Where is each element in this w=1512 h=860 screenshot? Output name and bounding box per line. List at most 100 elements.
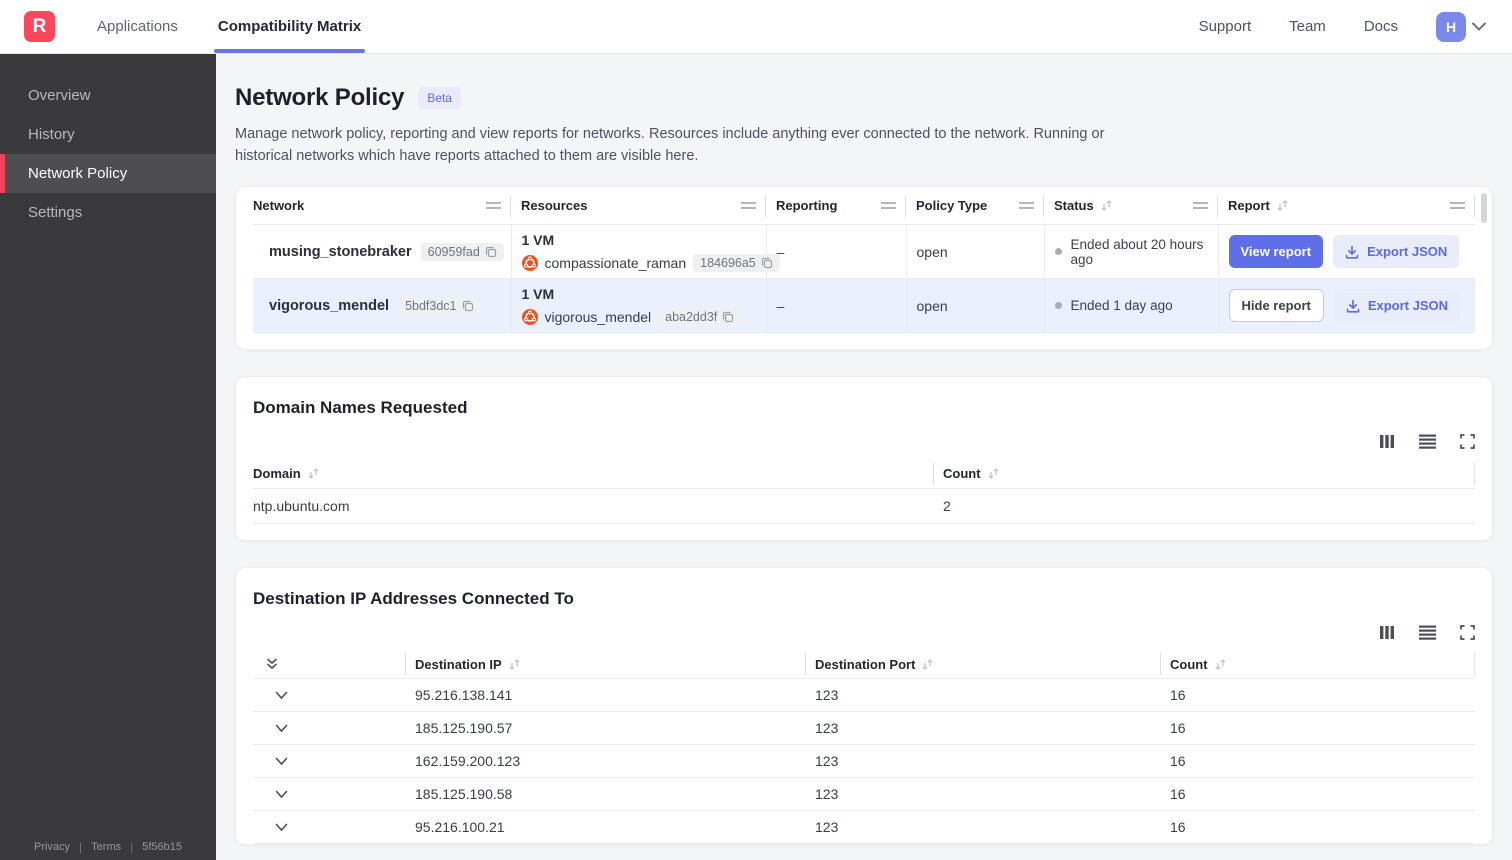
sort-icon[interactable]	[307, 467, 320, 480]
footer-separator: |	[130, 840, 134, 854]
col-header-expand-all[interactable]	[253, 650, 405, 679]
destinations-card: Destination IP Addresses Connected To De…	[235, 566, 1493, 846]
ubuntu-vm-icon	[521, 308, 538, 325]
row-expand-icon[interactable]	[263, 691, 395, 700]
chevron-down-icon[interactable]	[1472, 22, 1486, 31]
columns-icon[interactable]	[1379, 625, 1395, 640]
sort-icon[interactable]	[1276, 199, 1289, 212]
col-header-destination-port[interactable]: Destination Port	[805, 650, 1160, 679]
destination-row[interactable]: 162.159.200.123 123 16	[253, 744, 1475, 779]
destination-row[interactable]: 185.125.190.57 123 16	[253, 711, 1475, 746]
network-id-chip: 5bdf3dc1	[398, 296, 481, 315]
col-header-domain[interactable]: Domain	[253, 459, 933, 488]
nav-tabs: Applications Compatibility Matrix	[97, 0, 366, 53]
sort-icon[interactable]	[508, 658, 521, 671]
networks-header-row: Network Resources Reporting Policy Type …	[253, 187, 1475, 225]
fullscreen-icon[interactable]	[1460, 434, 1475, 450]
column-resize-handle[interactable]	[486, 202, 501, 210]
domains-card: Domain Names Requested Domain Count ntp.…	[235, 376, 1493, 541]
sort-icon[interactable]	[987, 467, 1000, 480]
col-header-count[interactable]: Count	[1160, 650, 1475, 679]
status-text: Ended 1 day ago	[1070, 298, 1173, 314]
domain-cell: ntp.ubuntu.com	[253, 487, 933, 524]
vm-count: 1 VM	[521, 231, 555, 248]
tab-compatibility-matrix[interactable]: Compatibility Matrix	[213, 0, 366, 53]
network-id-chip: 60959fad	[420, 242, 504, 261]
destination-ip-cell: 185.125.190.57	[405, 711, 805, 746]
domains-card-title: Domain Names Requested	[253, 398, 468, 418]
destinations-card-title: Destination IP Addresses Connected To	[253, 588, 574, 608]
resource-id-chip: 184696a5	[693, 253, 780, 272]
col-header-resources[interactable]: Resources	[511, 187, 766, 225]
column-resize-handle[interactable]	[1019, 202, 1034, 210]
resource-id: 184696a5	[700, 255, 756, 270]
destination-row[interactable]: 185.125.190.58 123 16	[253, 777, 1475, 812]
user-menu[interactable]: H	[1436, 11, 1486, 42]
sort-icon[interactable]	[1100, 199, 1113, 212]
status-dot-icon	[1054, 302, 1062, 310]
fullscreen-icon[interactable]	[1460, 625, 1475, 640]
sidebar-item-network-policy[interactable]: Network Policy	[0, 154, 216, 193]
expand-all-icon[interactable]	[253, 657, 405, 671]
col-label: Reporting	[776, 198, 838, 214]
hide-report-button[interactable]: Hide report	[1228, 289, 1324, 323]
sidebar-item-history[interactable]: History	[0, 115, 216, 154]
column-resize-handle[interactable]	[881, 202, 896, 210]
export-json-label: Export JSON	[1367, 244, 1448, 260]
avatar[interactable]: H	[1436, 11, 1466, 42]
domain-row[interactable]: ntp.ubuntu.com 2	[253, 487, 1475, 524]
columns-icon[interactable]	[1379, 434, 1395, 449]
network-row[interactable]: musing_stonebraker 60959fad 1 VM compass…	[253, 224, 1475, 280]
top-navbar: R Applications Compatibility Matrix Supp…	[0, 0, 1512, 54]
privacy-link[interactable]: Privacy	[34, 841, 70, 853]
nav-link-support[interactable]: Support	[1199, 18, 1252, 35]
row-density-icon[interactable]	[1419, 434, 1436, 450]
copy-icon[interactable]	[761, 257, 773, 269]
navbar-right: Support Team Docs H	[1199, 11, 1486, 42]
col-header-count[interactable]: Count	[933, 459, 1475, 488]
export-json-button[interactable]: Export JSON	[1333, 289, 1461, 323]
column-resize-handle[interactable]	[1450, 202, 1465, 210]
app-logo[interactable]: R	[24, 11, 55, 42]
tab-applications[interactable]: Applications	[97, 0, 178, 53]
copy-icon[interactable]	[485, 246, 497, 258]
destination-row[interactable]: 95.216.100.21 123 16	[253, 810, 1475, 845]
sort-icon[interactable]	[921, 658, 934, 671]
sidebar-item-overview[interactable]: Overview	[0, 76, 216, 115]
column-resize-handle[interactable]	[1193, 202, 1208, 210]
copy-icon[interactable]	[722, 311, 734, 323]
col-header-network[interactable]: Network	[253, 187, 511, 225]
copy-icon[interactable]	[462, 300, 474, 312]
sidebar-item-settings[interactable]: Settings	[0, 193, 216, 232]
row-expand-icon[interactable]	[263, 724, 395, 733]
row-density-icon[interactable]	[1419, 625, 1436, 640]
table-scrollbar-thumb[interactable]	[1481, 192, 1487, 223]
ubuntu-vm-icon	[521, 254, 538, 271]
nav-link-docs[interactable]: Docs	[1364, 18, 1398, 35]
row-expand-icon[interactable]	[263, 823, 395, 832]
status-text: Ended about 20 hours ago	[1070, 236, 1204, 267]
status-cell: Ended about 20 hours ago	[1054, 236, 1208, 267]
col-label: Destination Port	[815, 656, 916, 672]
destination-row[interactable]: 95.216.138.141 123 16	[253, 678, 1475, 713]
col-label: Domain	[253, 466, 301, 482]
destinations-toolbar	[253, 625, 1475, 640]
col-header-policy-type[interactable]: Policy Type	[906, 187, 1044, 225]
column-resize-handle[interactable]	[741, 202, 756, 210]
destinations-table: Destination IP Destination Port Count 95…	[253, 650, 1475, 845]
terms-link[interactable]: Terms	[91, 841, 121, 853]
view-report-button[interactable]: View report	[1228, 235, 1324, 269]
col-header-destination-ip[interactable]: Destination IP	[405, 650, 805, 679]
col-header-report[interactable]: Report	[1218, 187, 1475, 225]
destinations-header-row: Destination IP Destination Port Count	[253, 650, 1475, 679]
network-row[interactable]: vigorous_mendel 5bdf3dc1 1 VM vigorous_m…	[253, 278, 1475, 334]
status-dot-icon	[1054, 248, 1062, 256]
nav-link-team[interactable]: Team	[1289, 18, 1326, 35]
export-json-button[interactable]: Export JSON	[1333, 235, 1460, 269]
col-header-reporting[interactable]: Reporting	[766, 187, 906, 225]
col-header-status[interactable]: Status	[1044, 187, 1218, 225]
reporting-cell: –	[765, 278, 906, 334]
row-expand-icon[interactable]	[263, 757, 395, 766]
sort-icon[interactable]	[1214, 658, 1227, 671]
row-expand-icon[interactable]	[263, 790, 395, 799]
